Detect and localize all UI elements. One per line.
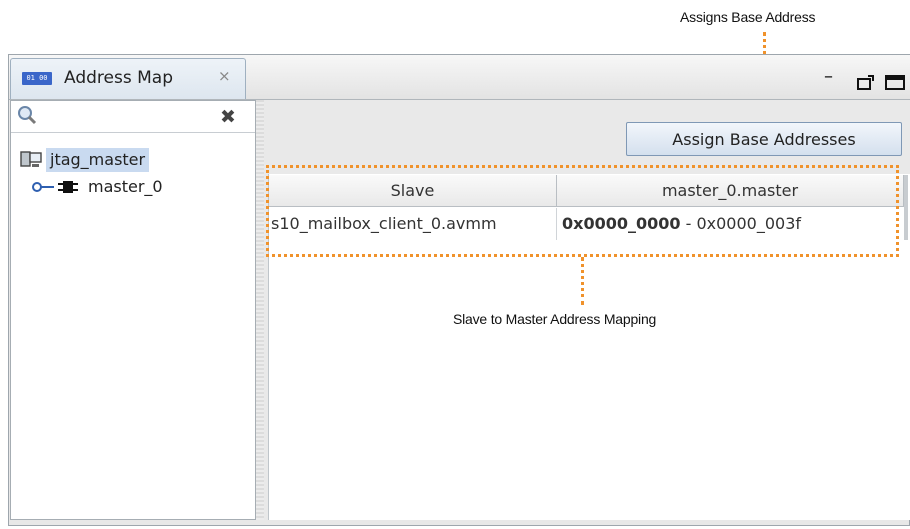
search-icon (18, 106, 37, 125)
clear-search-icon[interactable]: ✖ (220, 106, 236, 128)
tree-item-jtag-master[interactable]: jtag_master (46, 148, 150, 172)
slave-to-master-mapping-callout: Slave to Master Address Mapping (453, 311, 657, 327)
panel-splitter[interactable] (256, 100, 264, 520)
computer-icon (20, 151, 42, 167)
tree-item-master-0[interactable]: master_0 (88, 175, 163, 199)
connection-icon (32, 182, 54, 192)
callout-leader-mid (581, 257, 584, 305)
assign-base-addresses-button[interactable]: Assign Base Addresses (626, 122, 902, 156)
component-icon (58, 181, 78, 193)
restore-icon[interactable] (856, 74, 876, 92)
search-input[interactable] (11, 102, 255, 133)
tab-label: Address Map (64, 68, 173, 88)
table-scrollbar[interactable] (904, 175, 908, 240)
minimize-icon[interactable]: – (824, 66, 833, 87)
table-highlight-box (266, 165, 899, 257)
maximize-icon[interactable] (884, 74, 908, 92)
tab-close-icon[interactable]: ⨯ (218, 67, 231, 85)
address-map-icon: 01 00 (22, 72, 52, 85)
assigns-base-address-callout: Assigns Base Address (680, 9, 816, 25)
